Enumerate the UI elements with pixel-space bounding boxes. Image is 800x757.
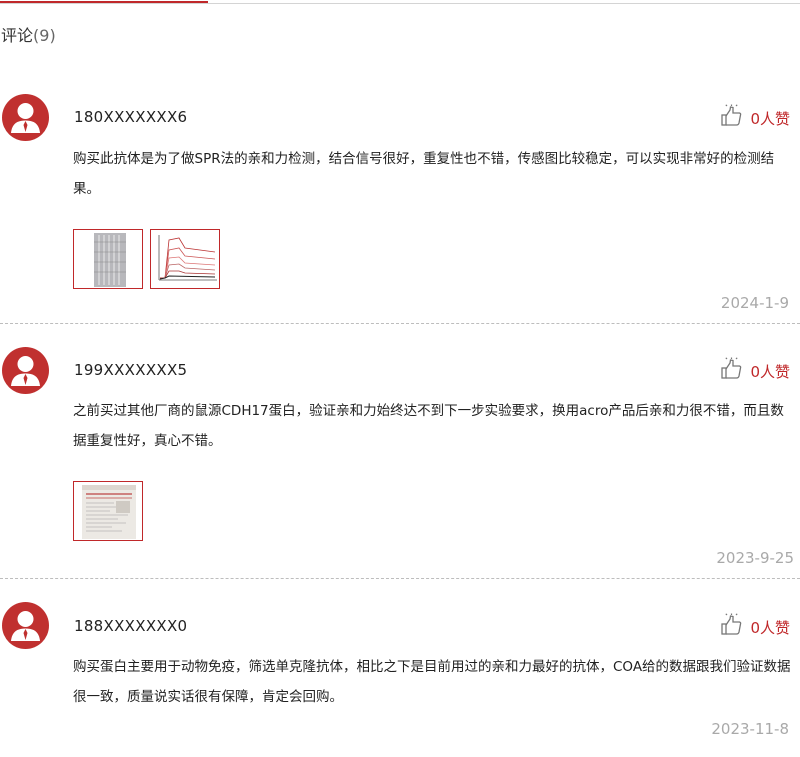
comments-title: 评论: [1, 26, 34, 45]
comment-image-thumbnail[interactable]: [150, 229, 220, 289]
like-button[interactable]: 0人赞: [720, 104, 790, 128]
comment-date: 2024-1-9: [720, 294, 789, 312]
thumbs-up-icon: [721, 613, 742, 635]
user-avatar-icon: [2, 347, 49, 394]
thumbs-up-icon: [721, 104, 742, 126]
like-count: 0人赞: [750, 619, 790, 637]
thumbs-up-icon: [721, 357, 742, 379]
user-avatar-icon: [2, 602, 49, 649]
comment-divider: [0, 578, 800, 579]
tab-bar-rule: [0, 3, 800, 4]
comment-text: 之前买过其他厂商的鼠源CDH17蛋白，验证亲和力始终达不到下一步实验要求，换用a…: [73, 403, 784, 449]
comment-date: 2023-11-8: [711, 720, 789, 738]
user-avatar-icon: [2, 94, 49, 141]
comment-image-thumbnail[interactable]: [73, 481, 143, 541]
comment-username: 180XXXXXXX6: [74, 108, 188, 126]
comment-text: 购买此抗体是为了做SPR法的亲和力检测，结合信号很好，重复性也不错，传感图比较稳…: [73, 151, 775, 197]
like-button[interactable]: 0人赞: [720, 613, 790, 637]
comment-divider: [0, 323, 800, 324]
comments-count: (9): [33, 26, 56, 45]
comment-username: 199XXXXXXX5: [74, 361, 188, 379]
comment-image-thumbnail[interactable]: [73, 229, 143, 289]
comment-text: 购买蛋白主要用于动物免疫，筛选单克隆抗体，相比之下是目前用过的亲和力最好的抗体，…: [73, 659, 791, 705]
like-count: 0人赞: [750, 110, 790, 128]
comment-date: 2023-9-25: [716, 549, 794, 567]
like-button[interactable]: 0人赞: [720, 357, 790, 381]
like-count: 0人赞: [750, 363, 790, 381]
comments-heading: 评论(9): [1, 22, 56, 46]
comment-username: 188XXXXXXX0: [74, 617, 188, 635]
